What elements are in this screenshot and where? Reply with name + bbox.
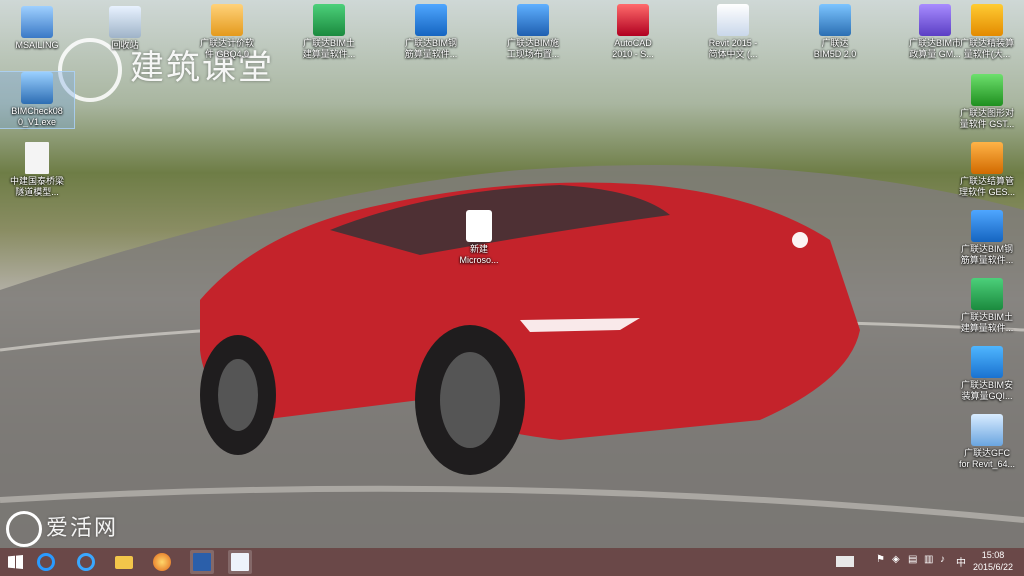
installer-icon	[21, 72, 53, 104]
revit-icon	[231, 553, 249, 571]
desktop-icon-new-word[interactable]: 新建 Microso...	[442, 210, 516, 266]
bim-tujian-icon	[971, 278, 1003, 310]
taskbar-ie-2[interactable]	[74, 550, 98, 574]
desktop-icon-file[interactable]: 中建国泰桥梁 隧道模型...	[0, 142, 74, 198]
desktop-icon-bim-gangjin-2[interactable]: 广联达BIM钢 筋算量软件...	[950, 210, 1024, 266]
ges-icon	[971, 142, 1003, 174]
desktop-icon-bim-tujian[interactable]: 广联达BIM土 建算量软件...	[292, 4, 366, 60]
word-document-icon	[466, 210, 492, 242]
desktop-icon-bim-shigong[interactable]: 广联达BIM施 工现场布置...	[496, 4, 570, 60]
desktop-icon-gfc-revit[interactable]: 广联达GFC for Revit_64...	[950, 414, 1024, 470]
desktop-icon-revit[interactable]: Revit 2015 - 简体中文 (...	[696, 4, 770, 60]
explorer-icon	[115, 556, 133, 569]
volume-icon[interactable]: ♪	[940, 554, 945, 570]
clock-date: 2015/6/22	[972, 562, 1014, 572]
word-icon	[193, 553, 211, 571]
file-icon	[25, 142, 49, 174]
taskbar-ie[interactable]	[34, 550, 58, 574]
start-button[interactable]	[4, 550, 28, 574]
desktop-icon-jingzhuang[interactable]: 广联达精装算 量软件(大...	[950, 4, 1024, 60]
watermark-bottom: 爱活网	[6, 510, 118, 548]
clock[interactable]: 15:08 2015/6/22	[968, 549, 1018, 573]
gqi-icon	[971, 346, 1003, 378]
taskbar-word[interactable]	[190, 550, 214, 574]
desktop-icon-gst[interactable]: 广联达图形对 量软件 GST...	[950, 74, 1024, 130]
network-icon[interactable]: ▤	[908, 554, 917, 570]
desktop-icon-gqi[interactable]: 广联达BIM安 装算量GQI...	[950, 346, 1024, 402]
desktop-icon-bim-gangjin[interactable]: 广联达BIM钢 筋算量软件...	[394, 4, 468, 60]
jingzhuang-icon	[971, 4, 1003, 36]
desktop-icon-bimcheck[interactable]: BIMCheck08 0_V1.exe	[0, 71, 75, 129]
bim5d-icon	[819, 4, 851, 36]
bim-shizheng-icon	[919, 4, 951, 36]
ie-icon	[37, 553, 55, 571]
flag-icon[interactable]: ⚑	[876, 554, 885, 570]
keyboard-icon[interactable]	[836, 556, 854, 567]
desktop-icon-bim5d[interactable]: 广联达 BIM5D 2.0	[798, 4, 872, 60]
gfc-icon	[971, 414, 1003, 446]
bim-gangjin-icon	[415, 4, 447, 36]
recycle-bin-icon	[109, 6, 141, 38]
bim-gangjin-icon	[971, 210, 1003, 242]
taskbar-paint[interactable]	[150, 550, 174, 574]
shield-icon[interactable]: ◈	[892, 554, 900, 570]
desktop-icon-gbq[interactable]: 广联达计价软 件 GBQ4.0	[190, 4, 264, 60]
desktop-icon-recycle-bin[interactable]: 回收站	[88, 6, 162, 51]
autocad-icon	[617, 4, 649, 36]
ie-icon	[77, 553, 95, 571]
desktop[interactable]: 建筑课堂 爱活网 MSAILING 回收站 广联达计价软 件 GBQ4.0 广联…	[0, 0, 1024, 576]
clock-time: 15:08	[981, 550, 1005, 560]
taskbar-explorer[interactable]	[112, 550, 136, 574]
taskbar: ⚑ ◈ ▤ ▥ ♪ 中 15:08 2015/6/22	[0, 548, 1024, 576]
desktop-icon-bim-tujian-2[interactable]: 广联达BIM土 建算量软件...	[950, 278, 1024, 334]
computer-icon	[21, 6, 53, 38]
gst-icon	[971, 74, 1003, 106]
desktop-icon-ges[interactable]: 广联达结算管 理软件 GES...	[950, 142, 1024, 198]
paint-icon	[153, 553, 171, 571]
desktop-icon-msailing[interactable]: MSAILING	[0, 6, 74, 51]
gbq-icon	[211, 4, 243, 36]
bim-tujian-icon	[313, 4, 345, 36]
desktop-icon-autocad[interactable]: AutoCAD 2010 - S...	[596, 4, 670, 60]
input-language[interactable]: 中	[956, 554, 966, 570]
bim-shigong-icon	[517, 4, 549, 36]
taskbar-revit[interactable]	[228, 550, 252, 574]
revit-icon	[717, 4, 749, 36]
signal-icon[interactable]: ▥	[924, 554, 933, 570]
start-icon	[8, 555, 23, 569]
